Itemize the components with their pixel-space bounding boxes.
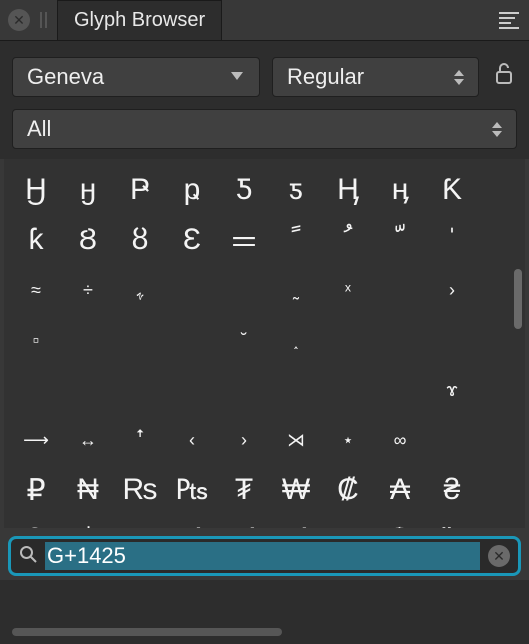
glyph-cell[interactable]: ӈ — [62, 165, 114, 215]
horizontal-scrollbar[interactable] — [12, 628, 282, 636]
glyph-cell[interactable]: ҏ — [166, 165, 218, 215]
glyph-cell[interactable] — [374, 365, 426, 415]
glyph-cell[interactable]: Ƽ — [218, 165, 270, 215]
glyph-cell[interactable]: ₳ — [374, 465, 426, 515]
glyph-category-select[interactable]: All — [12, 109, 517, 149]
stepper-icon — [488, 122, 506, 137]
glyph-cell[interactable]: ₴ — [426, 465, 478, 515]
glyph-cell[interactable]: ﹰ — [270, 215, 322, 265]
glyph-cell[interactable]: ƙ — [10, 215, 62, 265]
glyph-cell[interactable]: ÷ — [62, 265, 114, 315]
glyph-cell[interactable] — [166, 315, 218, 365]
glyph-cell[interactable] — [218, 265, 270, 315]
glyph-cell[interactable] — [374, 265, 426, 315]
glyph-cell[interactable]: ₽ — [10, 465, 62, 515]
glyph-cell[interactable]: ₨ — [114, 465, 166, 515]
panel-tab[interactable]: Glyph Browser — [57, 0, 222, 40]
glyph-cell[interactable]: ₧ — [166, 465, 218, 515]
vertical-scrollbar[interactable] — [514, 269, 522, 329]
glyph-cell[interactable] — [114, 365, 166, 415]
glyph-cell[interactable]: ⟶ — [10, 415, 62, 465]
glyph-cell[interactable]: ⋊ — [270, 415, 322, 465]
glyph-cell[interactable] — [374, 315, 426, 365]
glyph-cell[interactable] — [218, 365, 270, 415]
chevron-down-icon — [225, 65, 249, 89]
panel-menu-button[interactable] — [495, 8, 523, 33]
glyph-search-value: G+1425 — [45, 542, 480, 570]
glyph-cell[interactable]: Ɛ — [166, 215, 218, 265]
panel-tab-label: Glyph Browser — [74, 9, 205, 32]
glyph-cell[interactable] — [426, 315, 478, 365]
glyph-cell[interactable]: ℝ — [322, 515, 374, 528]
glyph-cell[interactable]: ℔ — [426, 515, 478, 528]
glyph-cell[interactable]: ₩ — [270, 465, 322, 515]
glyph-cell[interactable] — [62, 365, 114, 415]
lock-toggle[interactable] — [491, 62, 517, 92]
glyph-search-field[interactable]: G+1425 ✕ — [8, 536, 521, 576]
lock-open-icon — [494, 62, 514, 86]
glyph-cell[interactable]: ₵ — [62, 515, 114, 528]
glyph-cell[interactable]: › — [426, 265, 478, 315]
glyph-cell[interactable]: ℆ — [166, 515, 218, 528]
glyph-cell[interactable] — [322, 315, 374, 365]
glyph-cell[interactable]: ℛ — [374, 515, 426, 528]
glyph-cell[interactable]: ‹ — [166, 415, 218, 465]
glyph-cell[interactable]: ↔ — [62, 415, 114, 465]
stepper-icon — [450, 70, 468, 85]
glyph-cell[interactable] — [62, 315, 114, 365]
glyph-cell[interactable]: › — [218, 415, 270, 465]
font-style-select[interactable]: Regular — [272, 57, 479, 97]
glyph-cell[interactable]: ꜛ — [114, 415, 166, 465]
glyph-cell[interactable] — [322, 365, 374, 415]
glyph-cell[interactable]: ӊ — [374, 165, 426, 215]
glyph-cell[interactable] — [114, 315, 166, 365]
glyph-cell[interactable]: Ȣ — [62, 215, 114, 265]
close-button[interactable]: ✕ — [8, 9, 30, 31]
glyph-cell[interactable] — [270, 365, 322, 415]
glyph-cell[interactable]: ɤ — [426, 365, 478, 415]
glyph-cell[interactable]: ˈ — [426, 215, 478, 265]
glyph-cell[interactable]: ℁ — [270, 515, 322, 528]
glyph-cell[interactable]: ﹸ — [322, 215, 374, 265]
glyph-cell[interactable] — [10, 365, 62, 415]
glyph-cell[interactable] — [426, 415, 478, 465]
search-icon — [19, 545, 37, 568]
glyph-cell[interactable]: ℅ — [114, 515, 166, 528]
font-style-value: Regular — [287, 64, 364, 90]
glyph-cell[interactable]: ▫ — [10, 315, 62, 365]
glyph-cell[interactable]: ℀ — [218, 515, 270, 528]
glyph-cell[interactable]: ƽ — [270, 165, 322, 215]
glyph-cell[interactable]: ₡ — [322, 465, 374, 515]
glyph-cell[interactable]: ˷ — [270, 265, 322, 315]
glyph-cell[interactable]: ＝ — [218, 215, 270, 265]
glyph-cell[interactable]: Ƙ — [426, 165, 478, 215]
font-family-value: Geneva — [27, 64, 104, 90]
font-family-select[interactable]: Geneva — [12, 57, 260, 97]
glyph-cell[interactable]: ₦ — [62, 465, 114, 515]
glyph-cell[interactable]: ȣ — [114, 215, 166, 265]
glyph-cell[interactable] — [166, 365, 218, 415]
glyph-cell[interactable]: Ӈ — [10, 165, 62, 215]
glyph-cell[interactable]: Ҏ — [114, 165, 166, 215]
glyph-cell[interactable]: ˣ — [322, 265, 374, 315]
glyph-cell[interactable]: ˰ — [270, 315, 322, 365]
glyph-cell[interactable]: ﮩ — [114, 265, 166, 315]
glyph-cell[interactable] — [166, 265, 218, 315]
clear-search-button[interactable]: ✕ — [488, 545, 510, 567]
glyph-cell[interactable]: ₮ — [218, 465, 270, 515]
glyph-cell[interactable]: ∞ — [374, 415, 426, 465]
glyph-cell[interactable]: ≈ — [10, 265, 62, 315]
drag-handle[interactable] — [40, 12, 47, 28]
glyph-cell[interactable]: ˘ — [218, 315, 270, 365]
glyph-cell[interactable]: Ӊ — [322, 165, 374, 215]
glyph-category-value: All — [27, 116, 51, 142]
glyph-cell[interactable]: ⋆ — [322, 415, 374, 465]
glyph-cell[interactable]: ₠ — [10, 515, 62, 528]
glyph-grid: ӇӈҎҏƼƽӉӊƘƙȢȣƐ＝ﹰﹸﹼˈ≈÷ﮩ˷ˣ›▫˘˰ɤ⟶↔ꜛ‹›⋊⋆∞₽₦₨₧… — [4, 159, 525, 528]
glyph-cell[interactable]: ﹼ — [374, 215, 426, 265]
